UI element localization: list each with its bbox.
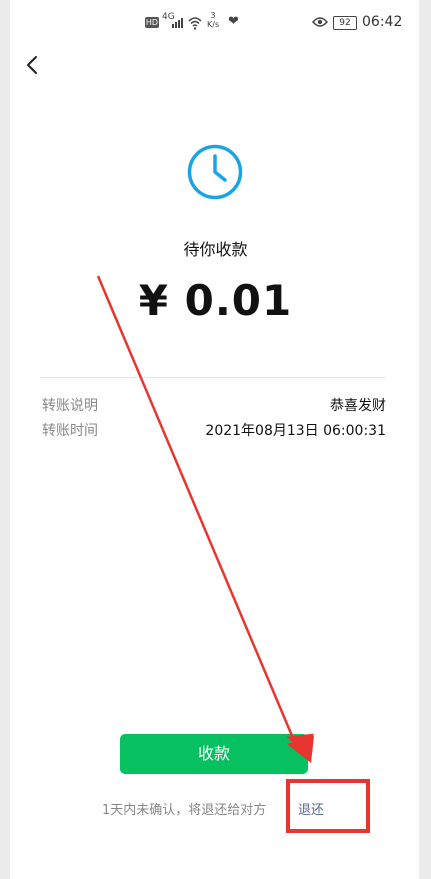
detail-label-note: 转账说明 [42,398,98,414]
status-bar: HD 4G 3 K/s ❤ 92 06:42 [0,11,431,34]
health-icon: ❤ [228,14,239,29]
speed-value: 3 [210,11,216,20]
clock-icon [187,144,243,200]
detail-label-time: 转账时间 [42,423,98,439]
annotation-highlight-box [286,779,370,833]
transfer-amount: ¥ 0.01 [138,276,293,325]
transfer-status: 待你收款 [183,240,248,259]
detail-value-time: 2021年08月13日 06:00:31 [205,423,386,439]
hd-badge: HD [145,17,159,28]
chevron-left-icon[interactable] [22,54,44,76]
battery-icon: 92 [333,16,357,30]
divider [40,377,386,378]
expiry-hint: 1天内未确认，将退还给对方 [102,803,267,818]
clock-time: 06:42 [362,14,403,30]
receive-button[interactable]: 收款 [120,734,308,774]
eye-icon [312,17,328,27]
detail-value-note: 恭喜发财 [330,398,386,414]
wifi-icon [188,17,202,30]
speed-unit: K/s [207,20,220,29]
network-type: 4G [162,12,175,22]
network-speed: 3 K/s [207,11,219,29]
